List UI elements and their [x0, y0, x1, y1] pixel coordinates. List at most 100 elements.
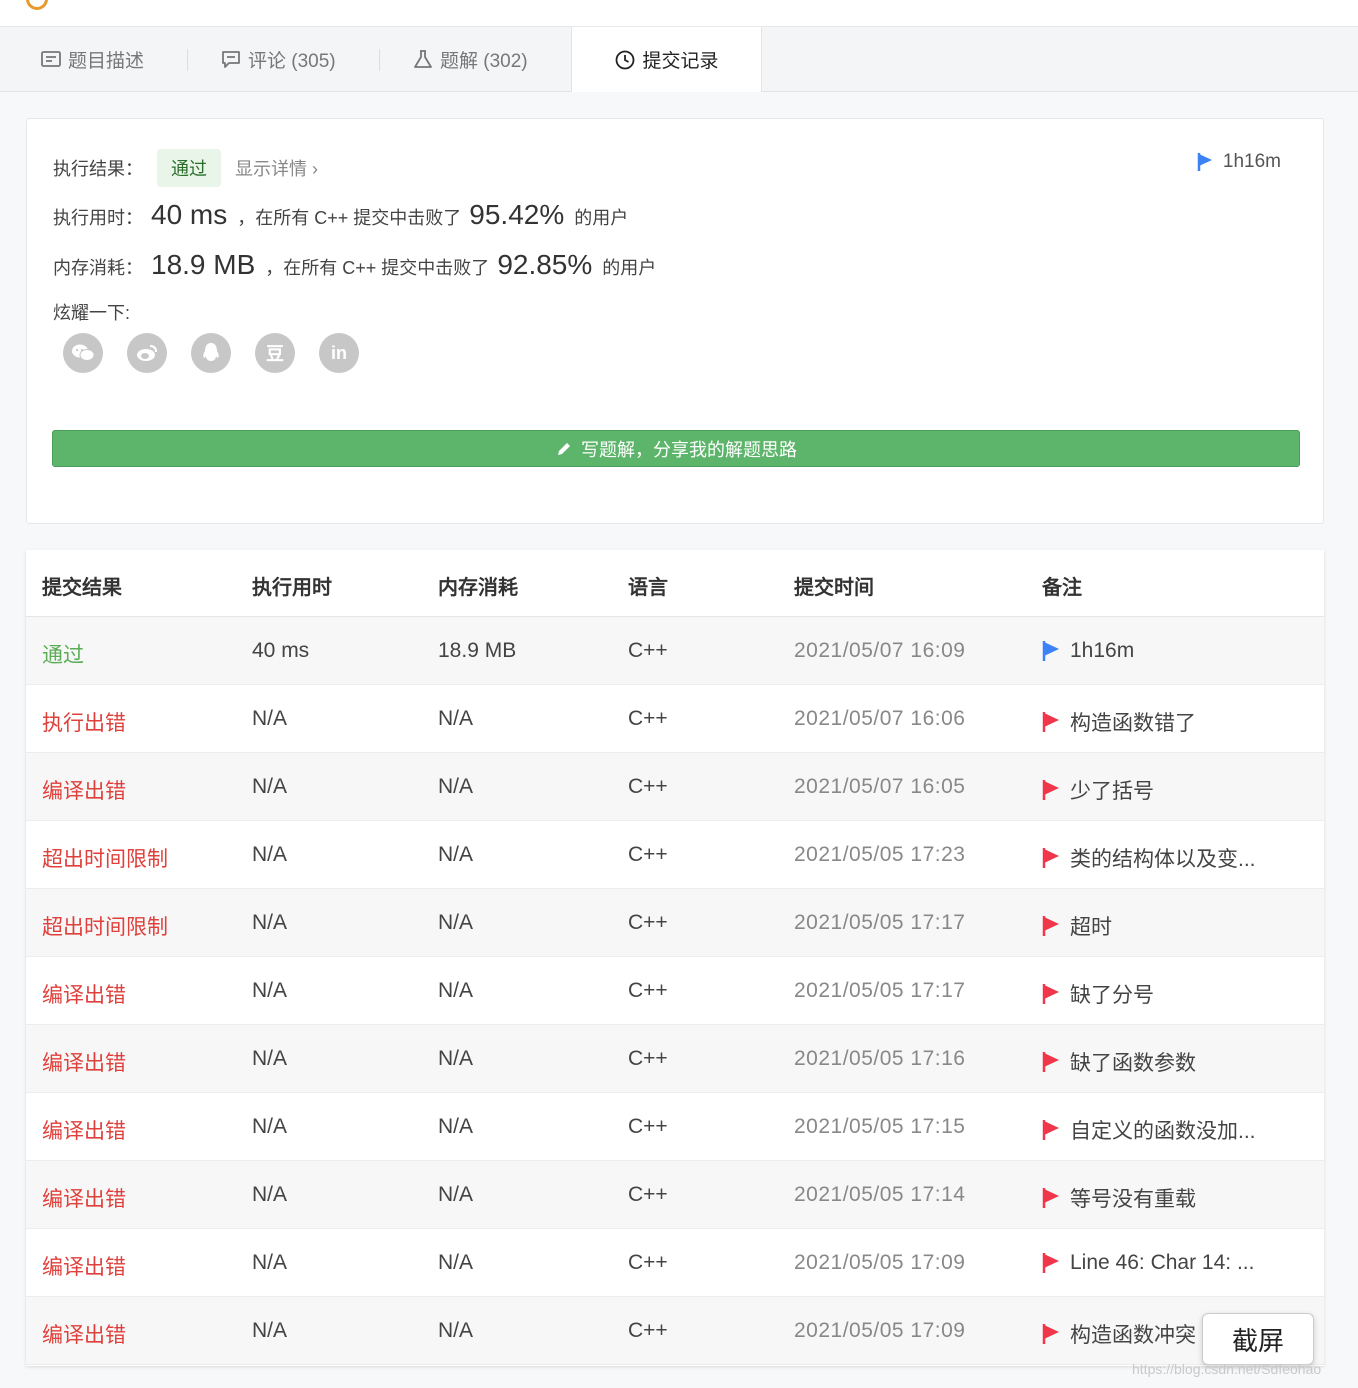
qq-icon[interactable]: [191, 333, 231, 373]
header-submit-time[interactable]: 提交时间: [794, 571, 874, 600]
runtime-row: 执行用时： 40 ms ，在所有 C++ 提交中击败了 95.42% 的用户: [53, 199, 628, 231]
row-status-link[interactable]: 编译出错: [42, 979, 126, 1009]
row-note[interactable]: 构造函数错了: [1042, 707, 1196, 737]
flag-red-icon: [1042, 1323, 1060, 1345]
table-row[interactable]: 执行出错 N/A N/A C++ 2021/05/07 16:06 构造函数错了: [26, 685, 1324, 753]
row-note[interactable]: 缺了分号: [1042, 979, 1154, 1009]
row-status-link[interactable]: 超出时间限制: [42, 843, 168, 873]
row-note[interactable]: 等号没有重载: [1042, 1183, 1196, 1213]
problem-tabs: 题目描述 评论 (305) 题解 (302) 提交记录: [0, 27, 1358, 92]
header-language[interactable]: 语言: [628, 571, 668, 600]
row-status-link[interactable]: 通过: [42, 639, 84, 669]
row-note-text: 自定义的函数没加...: [1070, 1120, 1256, 1143]
tab-comments[interactable]: 评论 (305): [220, 27, 336, 91]
row-memory: N/A: [438, 843, 474, 866]
header-runtime[interactable]: 执行用时: [252, 571, 332, 600]
tab-label: 评论 (305): [248, 50, 336, 72]
table-row[interactable]: 编译出错 N/A N/A C++ 2021/05/05 17:17 缺了分号: [26, 957, 1324, 1025]
pencil-icon: [555, 440, 573, 458]
table-row[interactable]: 编译出错 N/A N/A C++ 2021/05/05 17:15 自定义的函数没加...: [26, 1093, 1324, 1161]
elapsed-time[interactable]: 1h16m: [1197, 151, 1281, 173]
share-buttons: 豆 in: [63, 333, 383, 373]
row-status-link[interactable]: 执行出错: [42, 707, 126, 737]
tab-divider: [379, 49, 380, 71]
flag-red-icon: [1042, 983, 1060, 1005]
row-note[interactable]: 超时: [1042, 911, 1112, 941]
runtime-suffix: 的用户: [574, 208, 629, 228]
row-submit-time: 2021/05/05 17:23: [794, 843, 966, 866]
top-navigation: [0, 0, 1358, 27]
row-runtime: N/A: [252, 1251, 288, 1274]
row-note[interactable]: Line 46: Char 14: ...: [1042, 1251, 1254, 1275]
row-submit-time: 2021/05/05 17:17: [794, 911, 966, 934]
row-status-link[interactable]: 编译出错: [42, 775, 126, 805]
row-memory: N/A: [438, 707, 474, 730]
row-note-text: 缺了函数参数: [1070, 1052, 1196, 1075]
row-note[interactable]: 少了括号: [1042, 775, 1154, 805]
row-language: C++: [628, 1183, 668, 1206]
row-note[interactable]: 1h16m: [1042, 639, 1134, 663]
row-status-link[interactable]: 编译出错: [42, 1183, 126, 1213]
flag-red-icon: [1042, 1252, 1060, 1274]
screenshot-button[interactable]: 截屏: [1202, 1313, 1314, 1365]
table-row[interactable]: 编译出错 N/A N/A C++ 2021/05/05 17:09 Line 46: Ch…: [26, 1229, 1324, 1297]
row-runtime: N/A: [252, 1047, 288, 1070]
row-submit-time: 2021/05/05 17:16: [794, 1047, 966, 1070]
flag-blue-icon: [1042, 640, 1060, 662]
runtime-value: 40 ms: [151, 199, 228, 230]
row-runtime: N/A: [252, 1319, 288, 1342]
tab-description[interactable]: 题目描述: [40, 27, 144, 91]
table-row[interactable]: 编译出错 N/A N/A C++ 2021/05/07 16:05 少了括号: [26, 753, 1324, 821]
row-note[interactable]: 缺了函数参数: [1042, 1047, 1196, 1077]
row-submit-time: 2021/05/05 17:15: [794, 1115, 966, 1138]
table-row[interactable]: 编译出错 N/A N/A C++ 2021/05/05 17:14 等号没有重载: [26, 1161, 1324, 1229]
header-memory[interactable]: 内存消耗: [438, 571, 518, 600]
share-row: 炫耀一下:: [53, 299, 130, 325]
runtime-percent: 95.42%: [469, 199, 565, 230]
row-submit-time: 2021/05/05 17:14: [794, 1183, 966, 1206]
row-note-text: 少了括号: [1070, 780, 1154, 803]
flask-icon: [412, 48, 434, 70]
show-details-link[interactable]: 显示详情 ›: [235, 155, 318, 181]
tab-solutions[interactable]: 题解 (302): [412, 27, 528, 91]
row-runtime: N/A: [252, 707, 288, 730]
row-language: C++: [628, 639, 668, 662]
wechat-icon[interactable]: [63, 333, 103, 373]
clock-icon: [614, 49, 636, 71]
row-status-link[interactable]: 编译出错: [42, 1251, 126, 1281]
douban-icon[interactable]: 豆: [255, 333, 295, 373]
table-row[interactable]: 通过 40 ms 18.9 MB C++ 2021/05/07 16:09 1h16m: [26, 617, 1324, 685]
row-language: C++: [628, 1115, 668, 1138]
row-language: C++: [628, 775, 668, 798]
row-status-link[interactable]: 编译出错: [42, 1115, 126, 1145]
row-status-link[interactable]: 编译出错: [42, 1319, 126, 1349]
weibo-icon[interactable]: [127, 333, 167, 373]
row-submit-time: 2021/05/05 17:09: [794, 1251, 966, 1274]
elapsed-value: 1h16m: [1222, 151, 1281, 172]
row-memory: 18.9 MB: [438, 639, 517, 662]
header-status[interactable]: 提交结果: [42, 571, 122, 600]
row-runtime: N/A: [252, 911, 288, 934]
row-note[interactable]: 类的结构体以及变...: [1042, 843, 1256, 873]
row-note[interactable]: 构造函数冲突: [1042, 1319, 1196, 1349]
header-notes[interactable]: 备注: [1042, 571, 1082, 600]
row-note-text: 构造函数错了: [1070, 712, 1196, 735]
linkedin-icon[interactable]: in: [319, 333, 359, 373]
linkedin-glyph: in: [331, 342, 347, 363]
row-status-link[interactable]: 超出时间限制: [42, 911, 168, 941]
logo-icon[interactable]: [26, 0, 48, 10]
table-row[interactable]: 编译出错 N/A N/A C++ 2021/05/05 17:09 构造函数冲突: [26, 1297, 1324, 1365]
row-note[interactable]: 自定义的函数没加...: [1042, 1115, 1256, 1145]
table-row[interactable]: 编译出错 N/A N/A C++ 2021/05/05 17:16 缺了函数参数: [26, 1025, 1324, 1093]
row-status-link[interactable]: 编译出错: [42, 1047, 126, 1077]
write-solution-button[interactable]: 写题解，分享我的解题思路: [52, 430, 1300, 467]
share-label: 炫耀一下:: [53, 303, 131, 323]
table-row[interactable]: 超出时间限制 N/A N/A C++ 2021/05/05 17:23 类的结构体以及变.…: [26, 821, 1324, 889]
tab-label: 提交记录: [642, 51, 719, 72]
table-row[interactable]: 超出时间限制 N/A N/A C++ 2021/05/05 17:17 超时: [26, 889, 1324, 957]
row-memory: N/A: [438, 1251, 474, 1274]
row-memory: N/A: [438, 1183, 474, 1206]
row-note-text: 类的结构体以及变...: [1070, 848, 1256, 871]
tab-submissions[interactable]: 提交记录: [571, 27, 762, 92]
row-runtime: N/A: [252, 1115, 288, 1138]
